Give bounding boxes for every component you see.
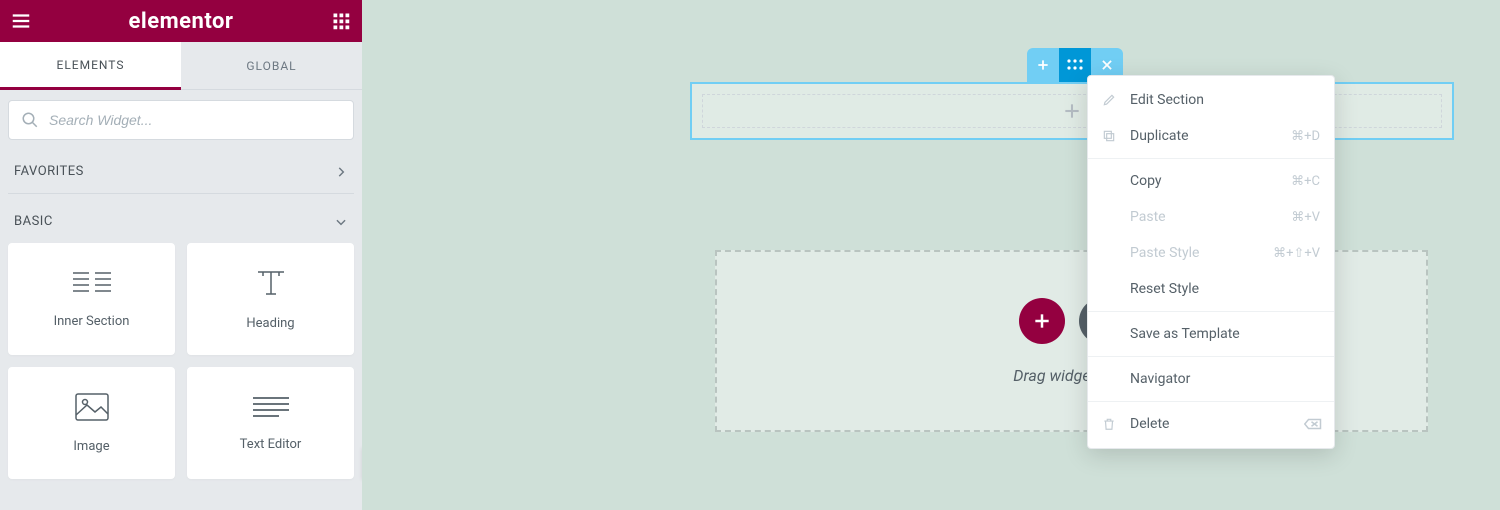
ctx-label: Paste: [1130, 209, 1166, 225]
panel-header: elementor: [0, 0, 362, 42]
search-container: [0, 90, 362, 150]
elementor-panel: elementor ELEMENTS GLOBAL FAVORITES BASI…: [0, 0, 362, 510]
chevron-right-icon: [334, 165, 348, 179]
ctx-label: Save as Template: [1130, 326, 1240, 342]
ctx-navigator[interactable]: Navigator: [1088, 361, 1334, 397]
plus-icon: [1062, 101, 1082, 121]
ctx-shortcut: ⌘+⇧+V: [1273, 246, 1320, 261]
divider: [1088, 356, 1334, 357]
search-icon: [21, 111, 39, 129]
menu-button[interactable]: [0, 0, 42, 42]
ctx-save-as-template[interactable]: Save as Template: [1088, 316, 1334, 352]
widget-label: Heading: [246, 316, 294, 331]
text-lines-icon: [253, 395, 289, 419]
widget-image[interactable]: Image: [8, 367, 175, 479]
ctx-shortcut: ⌘+D: [1291, 129, 1320, 144]
divider: [8, 193, 354, 194]
widgets-grid: Inner Section Heading Image Text Editor: [0, 243, 362, 491]
delete-shortcut-icon: [1304, 417, 1320, 431]
tab-elements[interactable]: ELEMENTS: [0, 42, 181, 90]
section-context-menu: Edit Section Duplicate ⌘+D Copy ⌘+C Past…: [1087, 75, 1335, 449]
plus-icon: [1036, 58, 1050, 72]
trash-icon: [1102, 417, 1118, 431]
hamburger-icon: [10, 10, 32, 32]
editor-canvas: Drag widget here Edit Section Duplicate …: [362, 0, 1500, 510]
plus-icon: [1032, 311, 1052, 331]
widget-inner-section[interactable]: Inner Section: [8, 243, 175, 355]
section-add-button[interactable]: [1027, 48, 1059, 82]
widget-label: Inner Section: [54, 314, 130, 329]
widget-label: Text Editor: [240, 437, 302, 452]
ctx-label: Paste Style: [1130, 245, 1199, 261]
brand-logo: elementor: [42, 9, 320, 34]
add-section-button[interactable]: [1019, 298, 1065, 344]
search-input[interactable]: [49, 112, 341, 128]
ctx-label: Duplicate: [1130, 128, 1189, 144]
widget-text-editor[interactable]: Text Editor: [187, 367, 354, 479]
heading-icon: [254, 268, 288, 298]
ctx-shortcut: ⌘+V: [1291, 210, 1320, 225]
widget-label: Image: [73, 439, 109, 454]
ctx-label: Copy: [1130, 173, 1162, 189]
ctx-label: Navigator: [1130, 371, 1190, 387]
ctx-label: Reset Style: [1130, 281, 1199, 297]
ctx-copy[interactable]: Copy ⌘+C: [1088, 163, 1334, 199]
chevron-down-icon: [334, 215, 348, 229]
category-favorites[interactable]: FAVORITES: [0, 150, 362, 193]
grip-icon: [1066, 58, 1084, 72]
divider: [1088, 401, 1334, 402]
grid-icon: [332, 12, 350, 30]
close-icon: [1100, 58, 1114, 72]
category-label: FAVORITES: [14, 164, 84, 179]
ctx-paste-style: Paste Style ⌘+⇧+V: [1088, 235, 1334, 271]
ctx-shortcut: ⌘+C: [1291, 174, 1320, 189]
ctx-label: Delete: [1130, 416, 1169, 432]
ctx-label: Edit Section: [1130, 92, 1204, 108]
ctx-delete[interactable]: Delete: [1088, 406, 1334, 442]
ctx-duplicate[interactable]: Duplicate ⌘+D: [1088, 118, 1334, 154]
copy-icon: [1102, 129, 1118, 143]
widget-heading[interactable]: Heading: [187, 243, 354, 355]
divider: [1088, 158, 1334, 159]
pencil-icon: [1102, 93, 1118, 107]
image-icon: [75, 393, 109, 421]
tab-global[interactable]: GLOBAL: [181, 42, 362, 90]
category-label: BASIC: [14, 214, 53, 229]
search-box: [8, 100, 354, 140]
columns-icon: [73, 270, 111, 296]
apps-button[interactable]: [320, 0, 362, 42]
ctx-edit-section[interactable]: Edit Section: [1088, 82, 1334, 118]
selected-section[interactable]: [690, 82, 1454, 140]
divider: [1088, 311, 1334, 312]
ctx-reset-style[interactable]: Reset Style: [1088, 271, 1334, 307]
panel-tabs: ELEMENTS GLOBAL: [0, 42, 362, 90]
ctx-paste: Paste ⌘+V: [1088, 199, 1334, 235]
category-basic[interactable]: BASIC: [0, 200, 362, 243]
